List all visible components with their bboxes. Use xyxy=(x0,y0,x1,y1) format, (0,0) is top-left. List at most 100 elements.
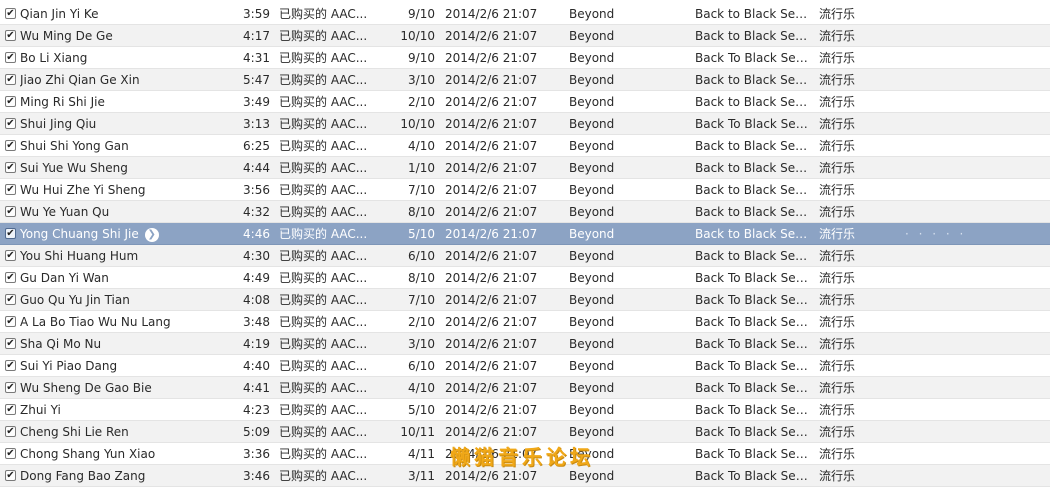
track-checkbox[interactable]: ✔ xyxy=(5,184,16,195)
table-row[interactable]: ✔ Shui Shi Yong Gan 6:25 已购买的 AAC... 4/10 201… xyxy=(0,135,1050,157)
track-time: 4:44 xyxy=(230,157,270,179)
table-row[interactable]: ✔ Wu Ye Yuan Qu 4:32 已购买的 AAC... 8/10 2014/2/… xyxy=(0,201,1050,223)
table-row[interactable]: ✔ Guo Qu Yu Jin Tian 4:08 已购买的 AAC... 7/10 20… xyxy=(0,289,1050,311)
track-time: 4:49 xyxy=(230,267,270,289)
table-row[interactable]: ✔ Gu Dan Yi Wan 4:49 已购买的 AAC... 8/10 2014/2/… xyxy=(0,267,1050,289)
track-date-added-text: 2014/2/6 21:07 xyxy=(445,381,538,395)
track-kind-text: 已购买的 AAC... xyxy=(279,95,368,109)
track-number-text: 7/10 xyxy=(408,293,435,307)
table-row[interactable]: ✔ Sha Qi Mo Nu 4:19 已购买的 AAC... 3/10 2014/2/6… xyxy=(0,333,1050,355)
track-kind: 已购买的 AAC... xyxy=(279,311,371,333)
track-checkbox[interactable]: ✔ xyxy=(5,382,16,393)
track-genre-text: 流行乐 xyxy=(819,73,856,87)
track-name: Shui Shi Yong Gan xyxy=(20,135,238,157)
track-kind-text: 已购买的 AAC... xyxy=(279,381,368,395)
track-date-added-text: 2014/2/6 21:07 xyxy=(445,359,538,373)
track-checkbox[interactable]: ✔ xyxy=(5,96,16,107)
track-time-text: 3:56 xyxy=(243,183,270,197)
track-kind: 已购买的 AAC... xyxy=(279,113,371,135)
track-name: You Shi Huang Hum xyxy=(20,245,238,267)
track-kind: 已购买的 AAC... xyxy=(279,201,371,223)
track-date-added: 2014/2/6 21:07 xyxy=(445,245,563,267)
track-checkbox[interactable]: ✔ xyxy=(5,8,16,19)
table-row[interactable]: ✔ Bo Li Xiang 4:31 已购买的 AAC... 9/10 2014/2/6 … xyxy=(0,47,1050,69)
track-checkbox[interactable]: ✔ xyxy=(5,52,16,63)
table-row[interactable]: ✔ Wu Sheng De Gao Bie 4:41 已购买的 AAC... 4/10 2… xyxy=(0,377,1050,399)
track-album: Back To Black Series:... xyxy=(695,355,810,377)
track-genre: 流行乐 xyxy=(819,223,889,245)
track-genre: 流行乐 xyxy=(819,91,889,113)
track-number-text: 4/11 xyxy=(408,447,435,461)
track-date-added-text: 2014/2/6 21:07 xyxy=(445,425,538,439)
track-time: 4:40 xyxy=(230,355,270,377)
track-checkbox[interactable]: ✔ xyxy=(5,30,16,41)
table-row[interactable]: ✔ Shui Jing Qiu 3:13 已购买的 AAC... 10/10 2014/2… xyxy=(0,113,1050,135)
track-checkbox[interactable]: ✔ xyxy=(5,140,16,151)
track-kind: 已购买的 AAC... xyxy=(279,69,371,91)
track-artist: Beyond xyxy=(569,399,689,421)
track-number-text: 7/10 xyxy=(408,183,435,197)
track-checkbox[interactable]: ✔ xyxy=(5,294,16,305)
track-time: 4:08 xyxy=(230,289,270,311)
track-number: 6/10 xyxy=(378,245,435,267)
track-genre: 流行乐 xyxy=(819,25,889,47)
track-checkbox[interactable]: ✔ xyxy=(5,448,16,459)
track-time-text: 4:08 xyxy=(243,293,270,307)
track-checkbox[interactable]: ✔ xyxy=(5,74,16,85)
track-kind: 已购买的 AAC... xyxy=(279,91,371,113)
track-name: Ming Ri Shi Jie xyxy=(20,91,238,113)
track-artist-text: Beyond xyxy=(569,117,615,131)
track-album: Back to Black Series:... xyxy=(695,25,810,47)
track-checkbox[interactable]: ✔ xyxy=(5,338,16,349)
track-checkbox[interactable]: ✔ xyxy=(5,272,16,283)
table-row[interactable]: ✔ Wu Hui Zhe Yi Sheng 3:56 已购买的 AAC... 7/10 2… xyxy=(0,179,1050,201)
track-artist: Beyond xyxy=(569,91,689,113)
track-checkbox[interactable]: ✔ xyxy=(5,404,16,415)
track-checkbox[interactable]: ✔ xyxy=(5,118,16,129)
track-album-text: Back to Black Series:... xyxy=(695,95,810,109)
track-checkbox[interactable]: ✔ xyxy=(5,250,16,261)
table-row[interactable]: ✔ Cheng Shi Lie Ren 5:09 已购买的 AAC... 10/11 20… xyxy=(0,421,1050,443)
track-checkbox[interactable]: ✔ xyxy=(5,162,16,173)
table-row[interactable]: ✔ Wu Ming De Ge 4:17 已购买的 AAC... 10/10 2014/2… xyxy=(0,25,1050,47)
track-album-text: Back to Black Series:... xyxy=(695,249,810,263)
track-checkbox[interactable]: ✔ xyxy=(5,206,16,217)
track-number-text: 3/10 xyxy=(408,73,435,87)
track-checkbox[interactable]: ✔ xyxy=(5,228,16,239)
track-checkbox[interactable]: ✔ xyxy=(5,316,16,327)
go-arrow-icon[interactable]: ❯ xyxy=(144,227,159,242)
track-kind: 已购买的 AAC... xyxy=(279,421,371,443)
track-kind-text: 已购买的 AAC... xyxy=(279,271,368,285)
track-name: Qian Jin Yi Ke xyxy=(20,3,238,25)
track-checkbox[interactable]: ✔ xyxy=(5,360,16,371)
track-time: 3:49 xyxy=(230,91,270,113)
track-album: Back To Black Series:... xyxy=(695,47,810,69)
track-album: Back To Black Series:... xyxy=(695,311,810,333)
track-date-added-text: 2014/2/6 21:07 xyxy=(445,73,538,87)
track-date-added: 2014/2/6 21:07 xyxy=(445,223,563,245)
track-artist-text: Beyond xyxy=(569,183,615,197)
table-row[interactable]: ✔ You Shi Huang Hum 4:30 已购买的 AAC... 6/10 201… xyxy=(0,245,1050,267)
track-kind-text: 已购买的 AAC... xyxy=(279,117,368,131)
track-time-text: 6:25 xyxy=(243,139,270,153)
track-name: Dong Fang Bao Zang xyxy=(20,465,238,487)
track-time: 3:13 xyxy=(230,113,270,135)
table-row[interactable]: ✔ Ming Ri Shi Jie 3:49 已购买的 AAC... 2/10 2014/… xyxy=(0,91,1050,113)
table-row[interactable]: ✔ Zhui Yi 4:23 已购买的 AAC... 5/10 2014/2/6 21:0… xyxy=(0,399,1050,421)
rating-dots[interactable]: · · · · · xyxy=(905,223,975,245)
table-row[interactable]: ✔ Sui Yi Piao Dang 4:40 已购买的 AAC... 6/10 2014… xyxy=(0,355,1050,377)
table-row[interactable]: ✔ Qian Jin Yi Ke 3:59 已购买的 AAC... 9/10 2014/2… xyxy=(0,3,1050,25)
track-checkbox[interactable]: ✔ xyxy=(5,426,16,437)
track-genre: 流行乐 xyxy=(819,267,889,289)
table-row-selected[interactable]: ✔ Yong Chuang Shi Jie ❯ 4:46 已购买的 AAC... 5/10… xyxy=(0,223,1050,245)
table-row[interactable]: ✔ Sui Yue Wu Sheng 4:44 已购买的 AAC... 1/10 2014… xyxy=(0,157,1050,179)
track-album: Back to Black Series:... xyxy=(695,157,810,179)
track-genre-text: 流行乐 xyxy=(819,271,856,285)
track-time-text: 3:49 xyxy=(243,95,270,109)
table-row[interactable]: ✔ Jiao Zhi Qian Ge Xin 5:47 已购买的 AAC... 3/10… xyxy=(0,69,1050,91)
track-time-text: 3:46 xyxy=(243,469,270,483)
track-checkbox[interactable]: ✔ xyxy=(5,470,16,481)
track-kind: 已购买的 AAC... xyxy=(279,465,371,487)
track-list[interactable]: ✔ Qian Jin Yi Ke 3:59 已购买的 AAC... 9/10 2014/2… xyxy=(0,3,1050,487)
table-row[interactable]: ✔ A La Bo Tiao Wu Nu Lang 3:48 已购买的 AAC... 2… xyxy=(0,311,1050,333)
